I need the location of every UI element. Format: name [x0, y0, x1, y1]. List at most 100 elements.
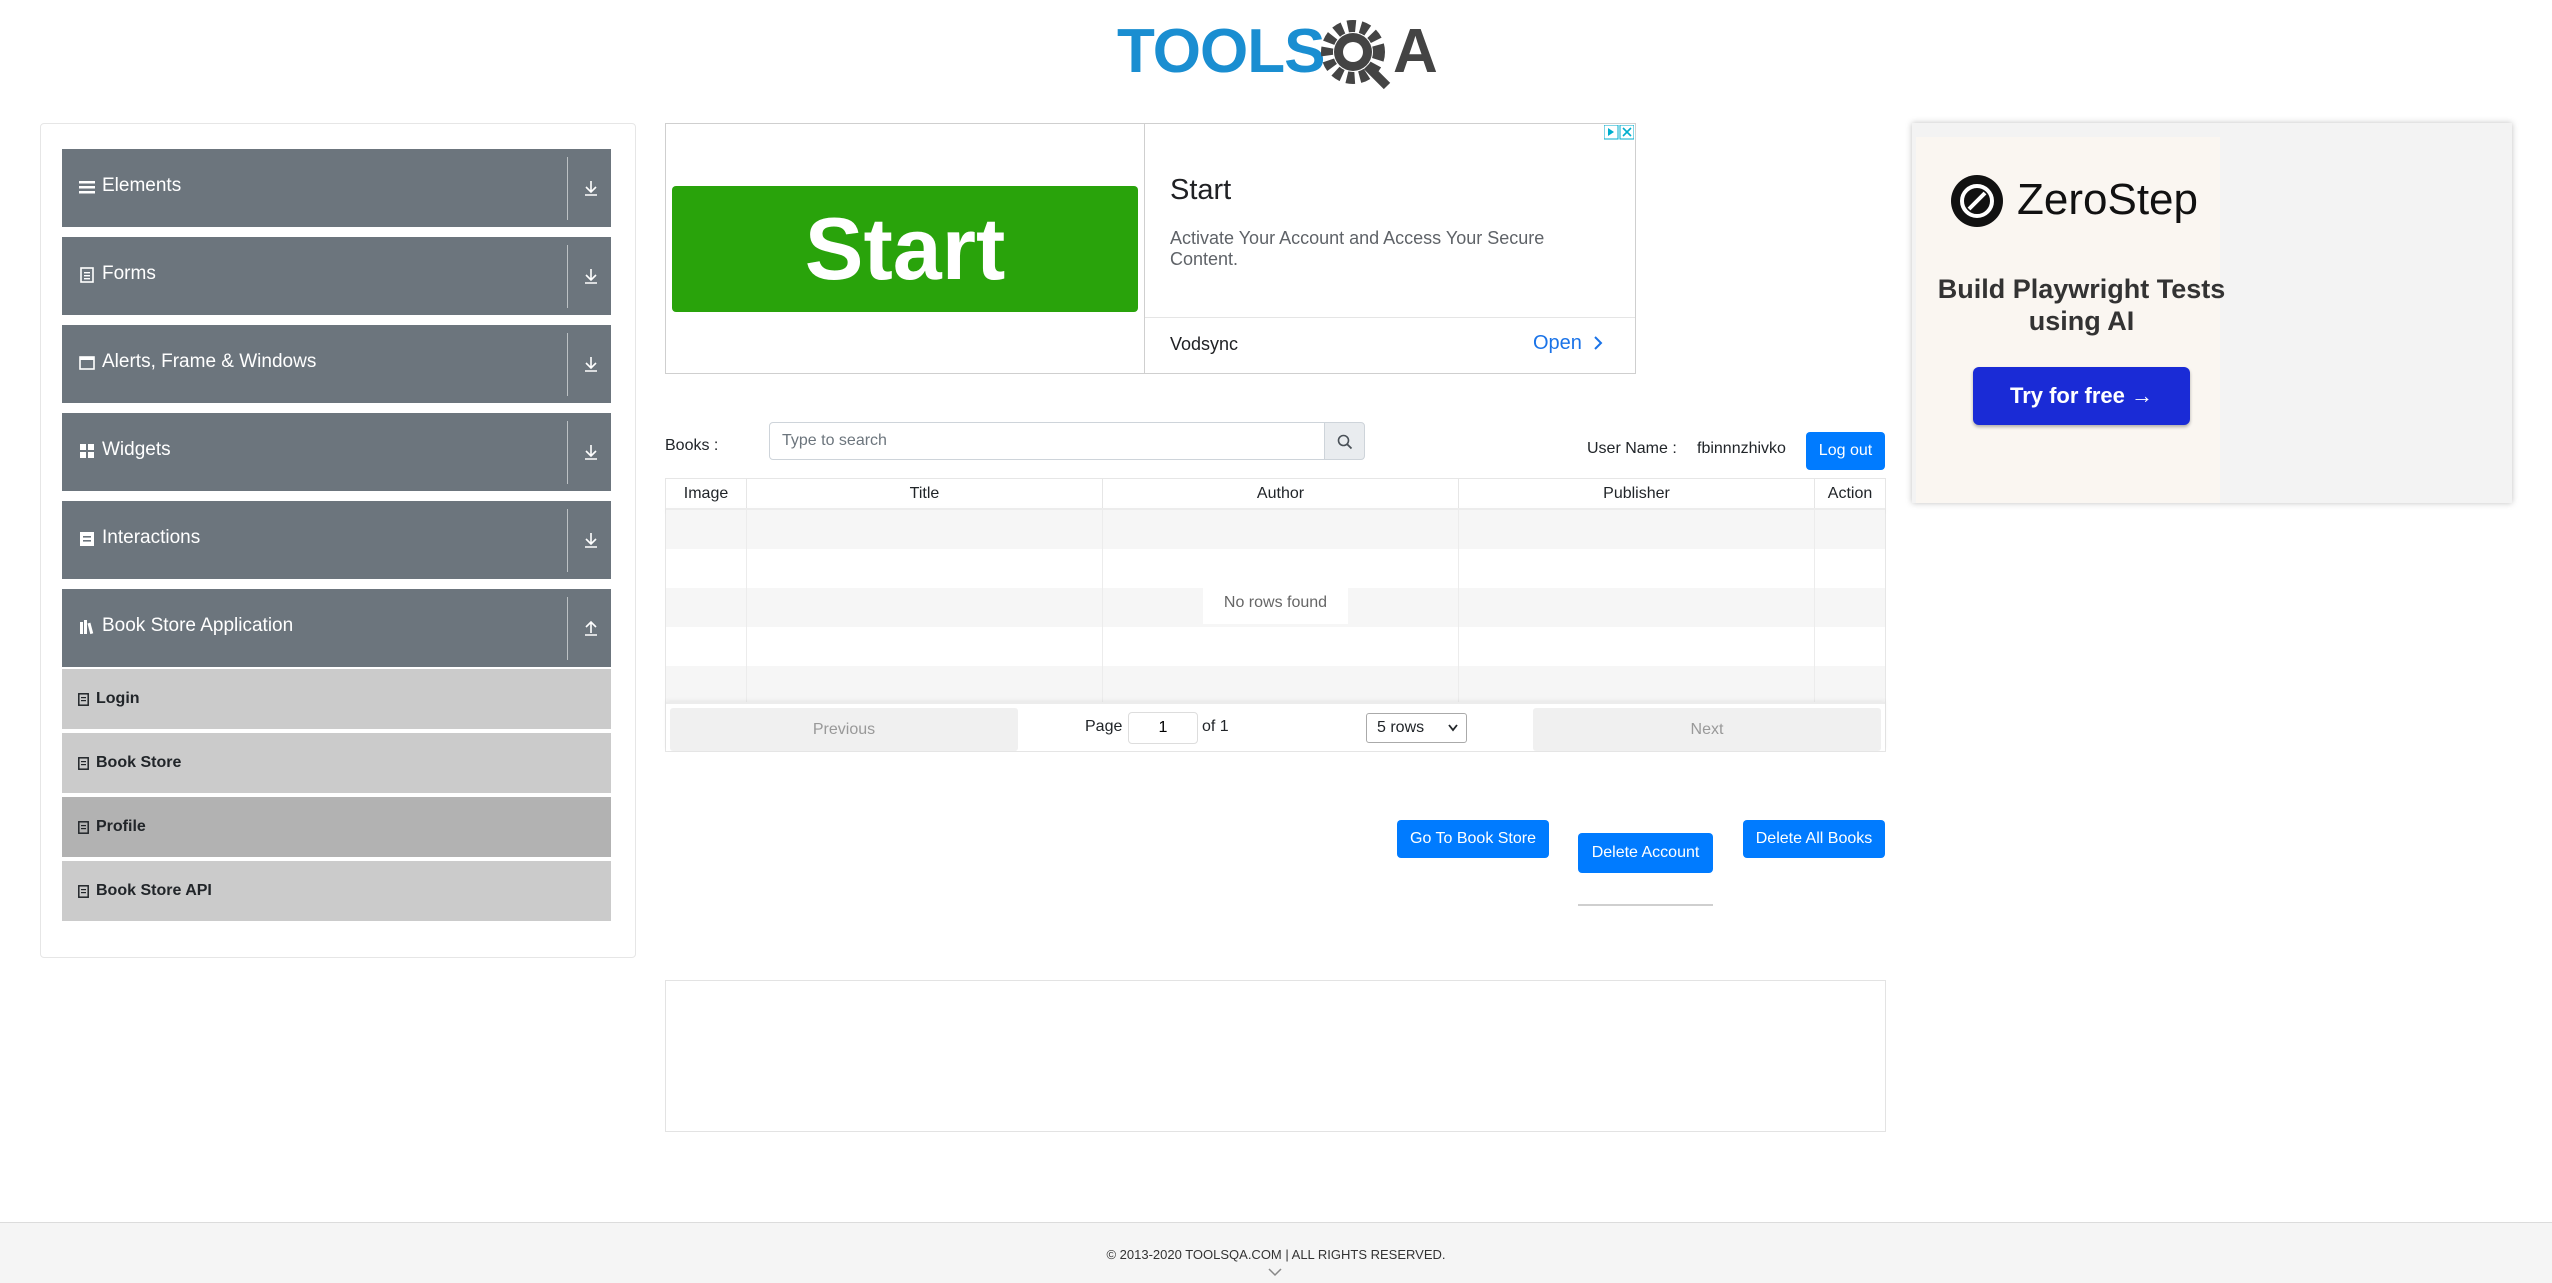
bottom-ad-placeholder — [665, 980, 1886, 1132]
ad-start-image[interactable]: Start — [672, 186, 1138, 312]
search-icon — [1337, 434, 1353, 450]
sidebar-group-label: Alerts, Frame & Windows — [102, 351, 317, 372]
svg-text:A: A — [1393, 17, 1438, 86]
download-arrow-icon[interactable] — [582, 267, 600, 285]
zerostep-brand: ZeroStep — [2017, 175, 2198, 224]
rows-per-page-value: 5 rows — [1377, 719, 1425, 736]
sidebar-group-label: Widgets — [102, 439, 171, 460]
grid-icon — [80, 444, 94, 458]
sidebar-item-book-store[interactable]: Book Store — [62, 733, 611, 795]
ad-close-icon[interactable] — [1604, 125, 1634, 141]
list-icon — [80, 532, 94, 546]
column-divider — [1814, 508, 1815, 707]
sidebar-item-book-store-api[interactable]: Book Store API — [62, 861, 611, 923]
try-for-free-button[interactable]: Try for free → — [1973, 367, 2190, 425]
toolsqa-logo[interactable]: TOOLS A — [1117, 14, 1442, 92]
chevron-down-icon — [1448, 724, 1458, 732]
page-number-input[interactable] — [1128, 712, 1198, 744]
books-label: Books : — [665, 437, 719, 454]
table-row — [666, 627, 1885, 666]
column-header-image[interactable]: Image — [666, 479, 747, 508]
column-header-publisher[interactable]: Publisher — [1459, 479, 1815, 508]
search-input[interactable] — [769, 422, 1325, 460]
document-icon — [78, 757, 89, 770]
page-label: Page — [1085, 718, 1123, 735]
page-total: of 1 — [1202, 718, 1229, 735]
books-icon — [80, 620, 94, 635]
upload-arrow-icon[interactable] — [582, 619, 600, 637]
download-arrow-icon[interactable] — [582, 443, 600, 461]
right-ad-headline: Build Playwright Tests using AI — [1937, 274, 2226, 336]
sidebar-group-label: Interactions — [102, 527, 201, 548]
divider — [1145, 317, 1635, 318]
ad-open-link[interactable]: Open — [1533, 332, 1604, 355]
divider — [567, 509, 568, 572]
previous-button[interactable]: Previous — [670, 708, 1018, 751]
sidebar-item-label: Profile — [96, 818, 146, 835]
rows-per-page-select[interactable]: 5 rows — [1366, 713, 1467, 743]
next-button[interactable]: Next — [1533, 708, 1881, 751]
download-arrow-icon[interactable] — [582, 531, 600, 549]
right-ad[interactable]: ZeroStep Build Playwright Tests using AI… — [1912, 123, 2512, 503]
zerostep-logo-icon — [1951, 175, 2003, 227]
chevron-right-icon — [1593, 336, 1602, 350]
document-icon — [78, 821, 89, 834]
footer: © 2013-2020 TOOLSQA.COM | ALL RIGHTS RES… — [0, 1222, 2552, 1283]
books-table: Image Title Author Publisher Action No r… — [665, 478, 1886, 752]
ad-brand: Vodsync — [1170, 334, 1239, 354]
sidebar-group-widgets[interactable]: Widgets — [62, 413, 611, 492]
sidebar-group-book-store-application[interactable]: Book Store Application — [62, 589, 611, 668]
column-header-action[interactable]: Action — [1815, 479, 1885, 508]
divider — [567, 245, 568, 308]
header: TOOLS A — [0, 0, 2552, 100]
sidebar-item-login[interactable]: Login — [62, 669, 611, 731]
ad-description: Activate Your Account and Access Your Se… — [1170, 228, 1545, 269]
ad-banner[interactable]: Start Start Activate Your Account and Ac… — [665, 123, 1636, 374]
sidebar-group-label: Elements — [102, 175, 182, 196]
go-to-book-store-button[interactable]: Go To Book Store — [1397, 820, 1549, 858]
download-arrow-icon[interactable] — [582, 179, 600, 197]
table-row — [666, 666, 1885, 705]
column-divider — [746, 508, 747, 707]
logo-tools-text: TOOLS — [1117, 17, 1324, 86]
table-row — [666, 510, 1885, 549]
search-button[interactable] — [1324, 422, 1365, 460]
document-icon — [78, 885, 89, 898]
download-arrow-icon[interactable] — [582, 355, 600, 373]
divider — [567, 157, 568, 220]
sidebar-group-label: Book Store Application — [102, 615, 294, 636]
search-box — [769, 422, 1365, 460]
sidebar-item-label: Login — [96, 690, 140, 707]
sidebar-group-alerts[interactable]: Alerts, Frame & Windows — [62, 325, 611, 404]
divider — [1578, 904, 1713, 906]
divider — [567, 333, 568, 396]
document-icon — [80, 267, 94, 283]
no-rows-message: No rows found — [1203, 582, 1348, 624]
delete-all-books-button[interactable]: Delete All Books — [1743, 820, 1885, 858]
sidebar-group-interactions[interactable]: Interactions — [62, 501, 611, 580]
right-ad-panel: ZeroStep Build Playwright Tests using AI… — [1916, 137, 2225, 503]
sidebar-item-label: Book Store — [96, 754, 182, 771]
column-divider — [1458, 508, 1459, 707]
ad-image-area: Start — [666, 124, 1145, 373]
user-name-label: User Name : — [1587, 440, 1677, 457]
divider — [567, 421, 568, 484]
copyright-text: © 2013-2020 TOOLSQA.COM | ALL RIGHTS RES… — [1106, 1247, 1446, 1262]
sidebar-group-elements[interactable]: Elements — [62, 149, 611, 228]
pagination-bar: Previous Page of 1 5 rows Next — [666, 702, 1885, 751]
ad-title[interactable]: Start — [1170, 174, 1231, 207]
sidebar-group-label: Forms — [102, 263, 156, 284]
document-icon — [78, 693, 89, 706]
column-header-title[interactable]: Title — [747, 479, 1103, 508]
sidebar-item-label: Book Store API — [96, 882, 212, 899]
column-header-author[interactable]: Author — [1103, 479, 1459, 508]
ad-open-label: Open — [1533, 332, 1582, 354]
chevron-down-icon[interactable] — [1268, 1267, 1282, 1277]
logout-button[interactable]: Log out — [1806, 432, 1885, 470]
window-icon — [79, 356, 95, 370]
delete-account-button[interactable]: Delete Account — [1578, 833, 1713, 873]
column-divider — [1102, 508, 1103, 707]
divider — [567, 597, 568, 660]
sidebar-group-forms[interactable]: Forms — [62, 237, 611, 316]
sidebar-item-profile[interactable]: Profile — [62, 797, 611, 859]
